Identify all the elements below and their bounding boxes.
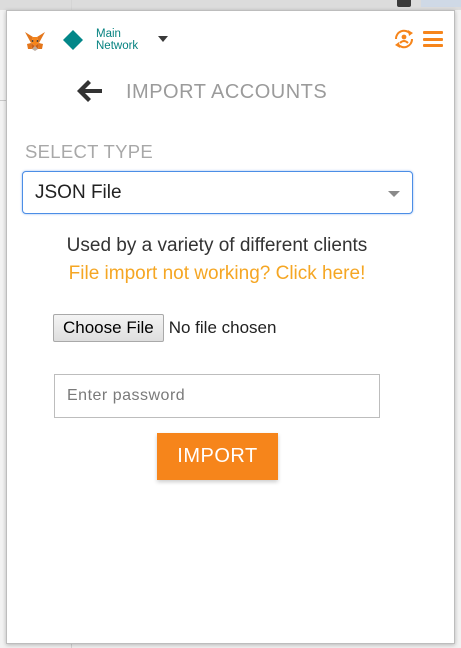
import-button[interactable]: IMPORT [157, 433, 278, 480]
file-import-help-link[interactable]: File import not working? Click here! [7, 263, 427, 285]
import-type-select[interactable]: JSON File [22, 171, 413, 214]
select-value: JSON File [35, 182, 122, 203]
page-title: IMPORT ACCOUNTS [126, 81, 328, 103]
browser-extension-highlight[interactable] [421, 0, 461, 7]
hamburger-menu-icon[interactable] [423, 31, 443, 47]
metamask-fox-icon[interactable] [23, 29, 47, 53]
network-diamond-icon[interactable] [63, 30, 83, 50]
browser-toolbar-strip [0, 0, 461, 10]
import-description: Used by a variety of different clients [66, 235, 368, 256]
network-name-line1: Main [96, 28, 121, 40]
chevron-down-icon[interactable] [158, 36, 168, 42]
password-input[interactable] [54, 374, 380, 418]
choose-file-button[interactable]: Choose File [53, 314, 164, 342]
account-sync-icon[interactable] [392, 27, 416, 51]
back-arrow-icon[interactable] [77, 79, 103, 103]
file-status-text: No file chosen [168, 318, 277, 337]
network-selector[interactable]: Main Network [96, 28, 138, 52]
select-type-label: SELECT TYPE [25, 141, 154, 162]
chevron-down-icon [388, 191, 400, 197]
file-input: Choose File No file chosen [53, 313, 276, 343]
network-name-line2: Network [96, 40, 139, 52]
extension-popup: Main Network IMPORT ACCOUNTS SELECT TYPE… [6, 10, 455, 644]
app-header: Main Network [7, 11, 454, 65]
browser-extension-icon[interactable] [397, 0, 411, 7]
